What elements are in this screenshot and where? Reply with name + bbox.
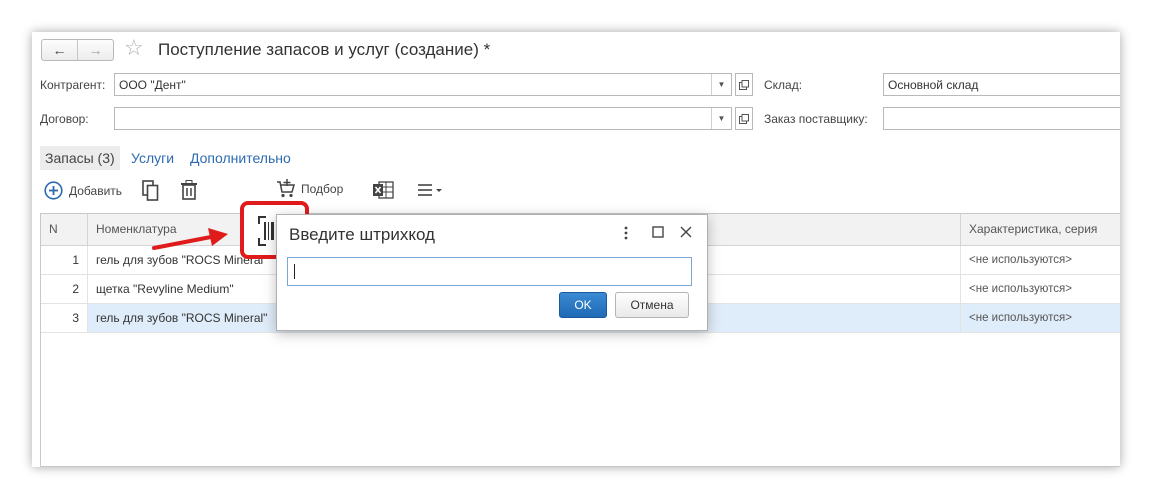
excel-icon	[373, 181, 394, 199]
cart-icon	[277, 179, 295, 198]
plus-circle-icon	[44, 181, 63, 200]
warehouse-label: Склад:	[764, 78, 803, 92]
open-link-icon	[739, 79, 749, 90]
annotation-arrow-icon	[152, 228, 228, 250]
row-characteristic: <не используются>	[969, 254, 1073, 266]
counterparty-label: Контрагент:	[40, 78, 106, 92]
pick-label: Подбор	[301, 182, 344, 196]
tab-stock[interactable]: Запасы (3)	[40, 146, 120, 170]
menu-icon	[418, 184, 442, 196]
row-number: 1	[41, 246, 88, 274]
maximize-icon[interactable]	[652, 226, 664, 240]
tab-services[interactable]: Услуги	[126, 146, 179, 170]
tab-additional[interactable]: Дополнительно	[185, 146, 296, 170]
forward-button[interactable]: →	[77, 40, 113, 60]
warehouse-value: Основной склад	[888, 78, 979, 92]
row-characteristic: <не используются>	[969, 283, 1073, 295]
chevron-down-icon[interactable]: ▼	[711, 74, 731, 95]
column-header-n[interactable]: N	[41, 214, 88, 245]
row-number: 3	[41, 304, 88, 332]
nav-buttons: ← →	[41, 39, 114, 61]
text-caret	[294, 264, 295, 279]
warehouse-field[interactable]: Основной склад	[883, 73, 1120, 96]
supplier-order-field[interactable]	[883, 107, 1120, 130]
contract-label: Договор:	[40, 112, 89, 126]
counterparty-value: ООО "Дент"	[119, 78, 186, 92]
add-button[interactable]: Добавить	[44, 181, 122, 200]
barcode-dialog: Введите штрихкод OK Отмена	[276, 214, 708, 331]
excel-button[interactable]	[372, 180, 394, 200]
copy-icon	[142, 180, 159, 201]
barcode-input[interactable]	[287, 257, 692, 286]
pick-button[interactable]: Подбор	[276, 179, 343, 199]
trash-icon	[181, 180, 197, 200]
cancel-button[interactable]: Отмена	[615, 292, 689, 318]
delete-button[interactable]	[180, 180, 198, 200]
open-counterparty-button[interactable]	[735, 73, 753, 96]
row-characteristic: <не используются>	[969, 312, 1073, 324]
counterparty-field[interactable]: ООО "Дент" ▼	[114, 73, 732, 96]
dialog-title: Введите штрихкод	[289, 225, 435, 244]
chevron-down-icon[interactable]: ▼	[711, 108, 731, 129]
open-link-icon	[739, 113, 749, 124]
ok-button[interactable]: OK	[559, 292, 607, 318]
more-menu-button[interactable]	[418, 183, 444, 197]
favorite-star-icon[interactable]: ☆	[124, 37, 144, 59]
back-button[interactable]: ←	[42, 40, 77, 60]
open-contract-button[interactable]	[735, 107, 753, 130]
add-label: Добавить	[69, 183, 123, 198]
row-number: 2	[41, 275, 88, 303]
copy-button[interactable]	[142, 180, 159, 201]
more-vertical-icon[interactable]	[624, 226, 628, 242]
contract-field[interactable]: ▼	[114, 107, 732, 130]
page-title: Поступление запасов и услуг (создание) *	[158, 40, 491, 59]
supplier-order-label: Заказ поставщику:	[764, 112, 868, 126]
close-icon[interactable]	[680, 226, 692, 240]
column-header-characteristic[interactable]: Характеристика, серия	[961, 214, 1120, 245]
